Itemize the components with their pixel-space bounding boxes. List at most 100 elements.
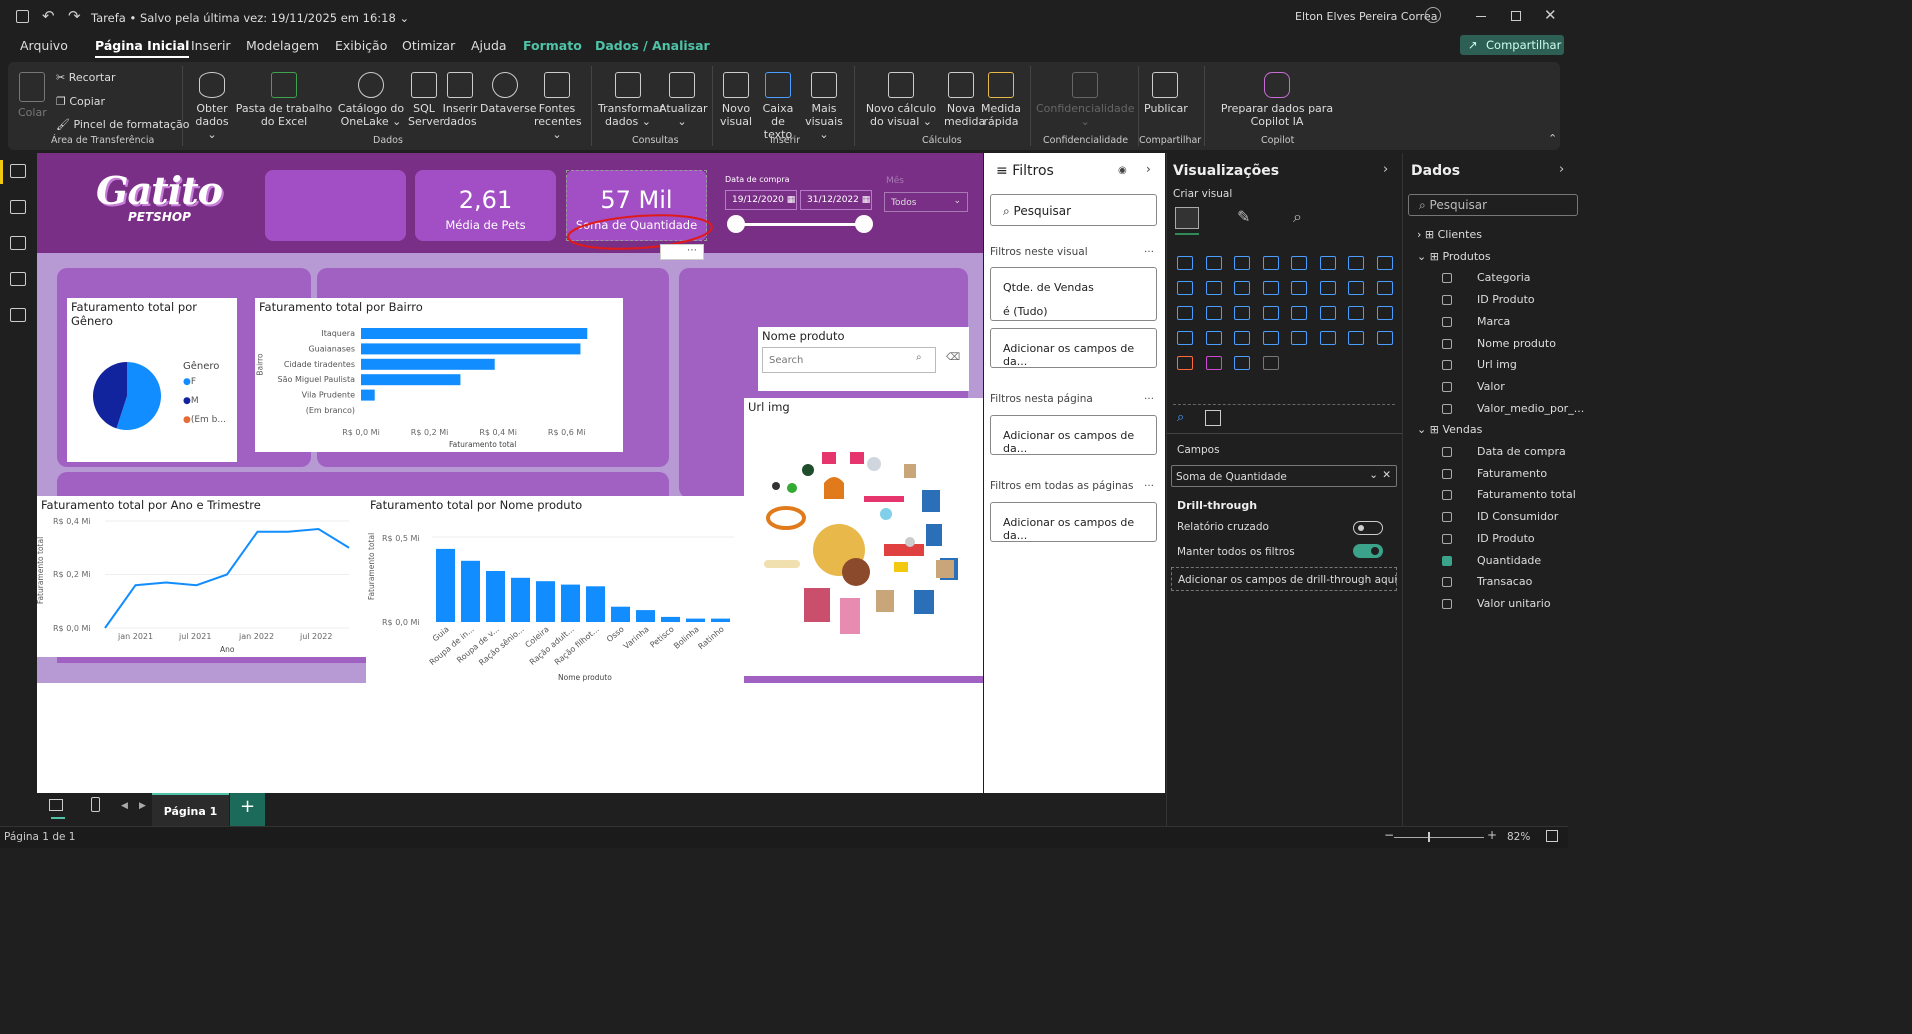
collapse-viz-icon[interactable]: › [1383,162,1388,177]
viz-type-icon[interactable] [1291,256,1307,270]
enter-data-button[interactable]: Inserir dados [442,72,478,128]
data-field[interactable]: ID Produto [1477,532,1535,545]
viz-type-icon[interactable] [1262,356,1279,370]
field-checkbox[interactable] [1442,577,1452,588]
zoom-slider[interactable] [1394,837,1484,838]
add-all-filter-field[interactable]: Adicionar os campos de da... [990,502,1157,542]
produto-bar[interactable] [686,618,705,622]
tab-formato[interactable]: Formato [523,38,582,53]
date-range-handle-start[interactable] [727,215,745,233]
data-field[interactable]: Valor [1477,380,1505,393]
viz-type-icon[interactable] [1262,331,1279,345]
chevron-down-icon[interactable]: ⌄ [1369,469,1378,481]
maximize-icon[interactable] [1511,11,1521,21]
new-measure-button[interactable]: Nova medida [944,72,985,128]
field-checkbox[interactable] [1442,555,1452,566]
viz-type-icon[interactable] [1205,356,1222,370]
viz-type-icon[interactable] [1234,356,1250,370]
data-field[interactable]: Valor unitario [1477,597,1551,610]
date-range-track[interactable] [736,223,864,226]
model-view-icon[interactable] [10,236,26,250]
produto-bar[interactable] [611,606,630,622]
produto-bar[interactable] [486,571,505,622]
keep-filters-toggle[interactable] [1353,544,1383,558]
produto-bar[interactable] [586,586,605,622]
data-field[interactable]: Faturamento [1477,467,1547,480]
produto-bar[interactable] [711,618,730,622]
filters-search-input[interactable]: ⌕ Pesquisar [990,194,1157,226]
zoom-out-icon[interactable]: − [1384,828,1394,842]
collapse-data-icon[interactable]: › [1559,162,1564,177]
visual-filter-card[interactable]: Qtde. de Vendas é (Tudo) [990,267,1157,321]
tab-exibicao[interactable]: Exibição [335,38,387,53]
page-tab-1[interactable]: Página 1 [152,793,229,826]
data-field[interactable]: Nome produto [1477,337,1556,350]
format-visual-icon[interactable]: ✎ [1237,207,1250,226]
redo-icon[interactable]: ↷ [68,7,81,25]
viz-type-icon[interactable] [1177,356,1193,370]
more-icon[interactable]: … [1144,244,1154,255]
viz-type-icon[interactable] [1376,331,1393,345]
viz-type-icon[interactable] [1348,306,1364,320]
data-table-produtos[interactable]: ⌄ ⊞ Produtos [1417,250,1491,263]
field-checkbox[interactable] [1442,447,1452,457]
tab-pagina-inicial[interactable]: Página Inicial [95,38,190,58]
bairro-bar-card[interactable]: Faturamento total por Bairro Bairro Itaq… [255,298,623,452]
refresh-button[interactable]: Atualizar ⌄ [659,72,708,128]
field-checkbox[interactable] [1442,490,1452,501]
eye-icon[interactable]: ◉ [1118,165,1127,176]
field-checkbox[interactable] [1442,295,1452,306]
viz-type-icon[interactable] [1262,281,1279,295]
file-title[interactable]: Tarefa • Salvo pela última vez: 19/11/20… [91,11,409,25]
cross-report-toggle[interactable] [1353,521,1383,535]
analytics-icon[interactable]: ⌕ [1293,207,1302,227]
field-checkbox[interactable] [1442,316,1452,327]
viz-type-icon[interactable] [1177,281,1193,295]
data-field[interactable]: Url img [1477,358,1517,371]
tab-modelagem[interactable]: Modelagem [246,38,319,53]
url-img-card[interactable]: Url img [744,398,983,678]
tab-arquivo[interactable]: Arquivo [20,38,68,53]
build-visual-icon[interactable] [1175,207,1199,229]
viz-type-icon[interactable] [1262,306,1279,320]
minimize-icon[interactable] [1476,16,1486,17]
format-painter-button[interactable]: 🖌 Pincel de formatação [56,118,189,131]
line-series[interactable] [104,527,350,629]
kpi-card-media-pets[interactable]: 2,61 Média de Pets [415,170,556,241]
collapse-ribbon-icon[interactable]: ⌃ [1548,132,1557,145]
bairro-bar[interactable] [361,374,461,386]
undo-icon[interactable]: ↶ [42,7,55,25]
chevron-down-icon[interactable]: ⌄ [1417,250,1430,263]
data-field[interactable]: ID Produto [1477,293,1535,306]
chevron-down-icon[interactable]: ⌄ [399,11,409,25]
field-checkbox[interactable] [1442,533,1452,544]
get-data-button[interactable]: Obter dados ⌄ [194,72,230,141]
bairro-bar[interactable] [361,358,495,370]
date-end-input[interactable]: 31/12/2022 ▦ [800,190,872,210]
transform-button[interactable]: Transformar dados ⌄ [598,72,664,128]
date-range-handle-end[interactable] [855,215,873,233]
mobile-view-icon[interactable] [91,797,100,812]
sql-button[interactable]: SQL Server [408,72,444,128]
share-button[interactable]: ↗ Compartilhar [1460,35,1564,55]
publish-button[interactable]: Publicar [1144,72,1188,115]
add-visual-filter-field[interactable]: Adicionar os campos de da... [990,328,1157,368]
viz-type-icon[interactable] [1319,306,1336,320]
field-checkbox[interactable] [1442,468,1452,479]
new-visual-button[interactable]: Novo visual [718,72,754,128]
viz-type-icon[interactable] [1205,306,1222,320]
visual-more-options[interactable]: ⋯ [660,244,704,260]
tmdl-view-icon[interactable] [10,308,26,322]
produto-bar[interactable] [461,560,480,622]
produto-bar-card[interactable]: Faturamento total por Nome produto Fatur… [366,496,744,683]
viz-type-icon[interactable] [1177,331,1193,345]
viz-type-icon[interactable] [1319,256,1336,270]
save-icon[interactable] [16,10,29,23]
viz-type-icon[interactable] [1376,256,1393,270]
viz-type-icon[interactable] [1177,306,1193,320]
field-checkbox[interactable] [1442,273,1452,284]
cut-button[interactable]: ✂ Recortar [56,71,116,84]
viz-type-icon[interactable] [1262,256,1279,270]
produto-bar[interactable] [636,610,655,622]
data-field[interactable]: Quantidade [1477,554,1541,567]
